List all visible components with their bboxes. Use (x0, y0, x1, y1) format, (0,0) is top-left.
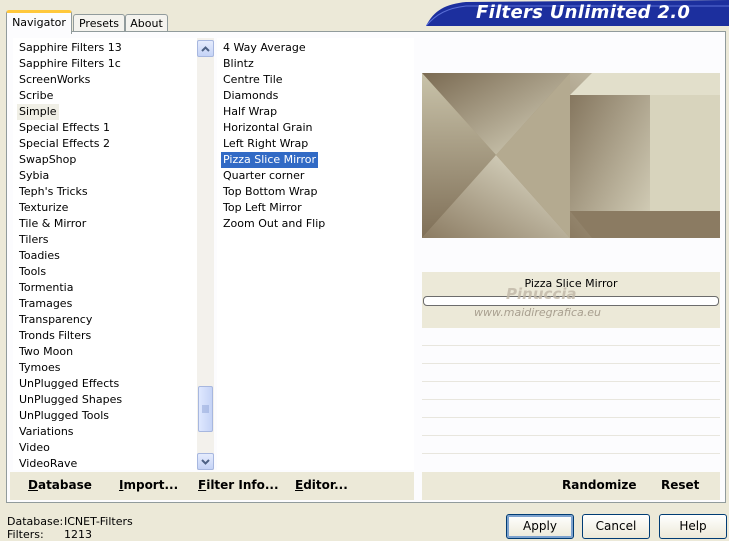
tab-navigator[interactable]: Navigator (6, 10, 72, 34)
filter-item[interactable]: Top Left Mirror (223, 200, 302, 216)
category-item[interactable]: ScreenWorks (19, 72, 90, 88)
param-row-divider (422, 435, 720, 436)
filter-item[interactable]: Centre Tile (223, 72, 283, 88)
database-label: Database: (7, 515, 64, 528)
filter-item[interactable]: Pizza Slice Mirror (221, 152, 319, 168)
filter-item[interactable]: Horizontal Grain (223, 120, 312, 136)
param-row-divider (422, 381, 720, 382)
param-row-divider (422, 363, 720, 364)
param-row-divider (422, 345, 720, 346)
category-item[interactable]: UnPlugged Shapes (19, 392, 122, 408)
filter-item[interactable]: Zoom Out and Flip (223, 216, 325, 232)
category-item[interactable]: Tormentia (19, 280, 73, 296)
filter-info-button[interactable]: Filter Info... (198, 478, 279, 492)
cancel-button[interactable]: Cancel (582, 514, 650, 539)
scroll-up-button[interactable] (197, 40, 214, 57)
watermark-url: www.maidiregrafica.eu (474, 306, 601, 319)
filter-item[interactable]: Blintz (223, 56, 254, 72)
preview-graphic (422, 73, 720, 238)
filter-item[interactable]: Half Wrap (223, 104, 277, 120)
filter-item[interactable]: Quarter corner (223, 168, 304, 184)
category-item[interactable]: UnPlugged Tools (19, 408, 109, 424)
chevron-down-icon (201, 458, 210, 465)
preview-image (422, 73, 720, 238)
import-button[interactable]: Import... (119, 478, 178, 492)
category-item[interactable]: Sapphire Filters 1c (19, 56, 121, 72)
category-item[interactable]: VideoRave (19, 456, 77, 472)
category-item[interactable]: Tymoes (19, 360, 60, 376)
category-item[interactable]: Tools (19, 264, 46, 280)
param-row-divider (422, 399, 720, 400)
chevron-up-icon (201, 45, 210, 52)
title-banner: Filters Unlimited 2.0 (425, 0, 729, 27)
left-button-bar: Database Import... Filter Info... Editor… (10, 472, 414, 500)
category-item[interactable]: SwapShop (19, 152, 76, 168)
category-item[interactable]: Tramages (19, 296, 72, 312)
category-item[interactable]: Tronds Filters (19, 328, 91, 344)
randomize-button[interactable]: Randomize (562, 478, 636, 492)
category-item[interactable]: Special Effects 1 (19, 120, 110, 136)
filter-item[interactable]: Left Right Wrap (223, 136, 308, 152)
category-item[interactable]: Two Moon (19, 344, 73, 360)
param-row-divider (422, 417, 720, 418)
category-item[interactable]: Tile & Mirror (19, 216, 86, 232)
category-item[interactable]: Video (19, 440, 50, 456)
editor-button[interactable]: Editor... (295, 478, 348, 492)
app-title: Filters Unlimited 2.0 (476, 2, 691, 23)
filter-item[interactable]: 4 Way Average (223, 40, 306, 56)
category-item[interactable]: UnPlugged Effects (19, 376, 119, 392)
tab-about[interactable]: About (125, 14, 168, 32)
category-item[interactable]: Simple (17, 104, 59, 120)
filters-count-value: 1213 (64, 528, 92, 541)
reset-button[interactable]: Reset (661, 478, 699, 492)
right-button-bar: Randomize Reset (422, 472, 720, 500)
category-item[interactable]: Sybia (19, 168, 49, 184)
category-item[interactable]: Teph's Tricks (19, 184, 88, 200)
preview-label-area: Pizza Slice Mirror Pinuccia www.maidireg… (422, 272, 720, 328)
filter-item[interactable]: Top Bottom Wrap (223, 184, 318, 200)
filter-item[interactable]: Diamonds (223, 88, 278, 104)
navigator-panel: Sapphire Filters 13 Sapphire Filters 1c Sc… (6, 31, 726, 503)
category-list[interactable]: Sapphire Filters 13 Sapphire Filters 1c Sc… (13, 38, 197, 470)
category-item[interactable]: Tilers (19, 232, 49, 248)
category-item[interactable]: Texturize (19, 200, 68, 216)
database-value: ICNET-Filters (64, 515, 133, 528)
category-item[interactable]: Scribe (19, 88, 53, 104)
filter-list[interactable]: 4 Way Average Blintz Centre Tile Diamonds Ha… (217, 38, 414, 470)
param-row-divider (422, 453, 720, 454)
category-item[interactable]: Variations (19, 424, 74, 440)
category-scrollbar[interactable] (197, 38, 214, 470)
category-item[interactable]: Sapphire Filters 13 (19, 40, 122, 56)
scroll-down-button[interactable] (197, 453, 214, 470)
database-button[interactable]: Database (28, 478, 92, 492)
watermark-name: Pinuccia (506, 285, 577, 303)
apply-button[interactable]: Apply (506, 514, 574, 539)
tab-presets[interactable]: Presets (73, 14, 125, 32)
grip-icon (202, 405, 209, 413)
category-item[interactable]: Toadies (19, 248, 60, 264)
filters-count-label: Filters: (7, 528, 44, 541)
category-item[interactable]: Transparency (19, 312, 92, 328)
scroll-thumb[interactable] (198, 386, 213, 432)
category-item[interactable]: Special Effects 2 (19, 136, 110, 152)
help-button[interactable]: Help (659, 514, 727, 539)
